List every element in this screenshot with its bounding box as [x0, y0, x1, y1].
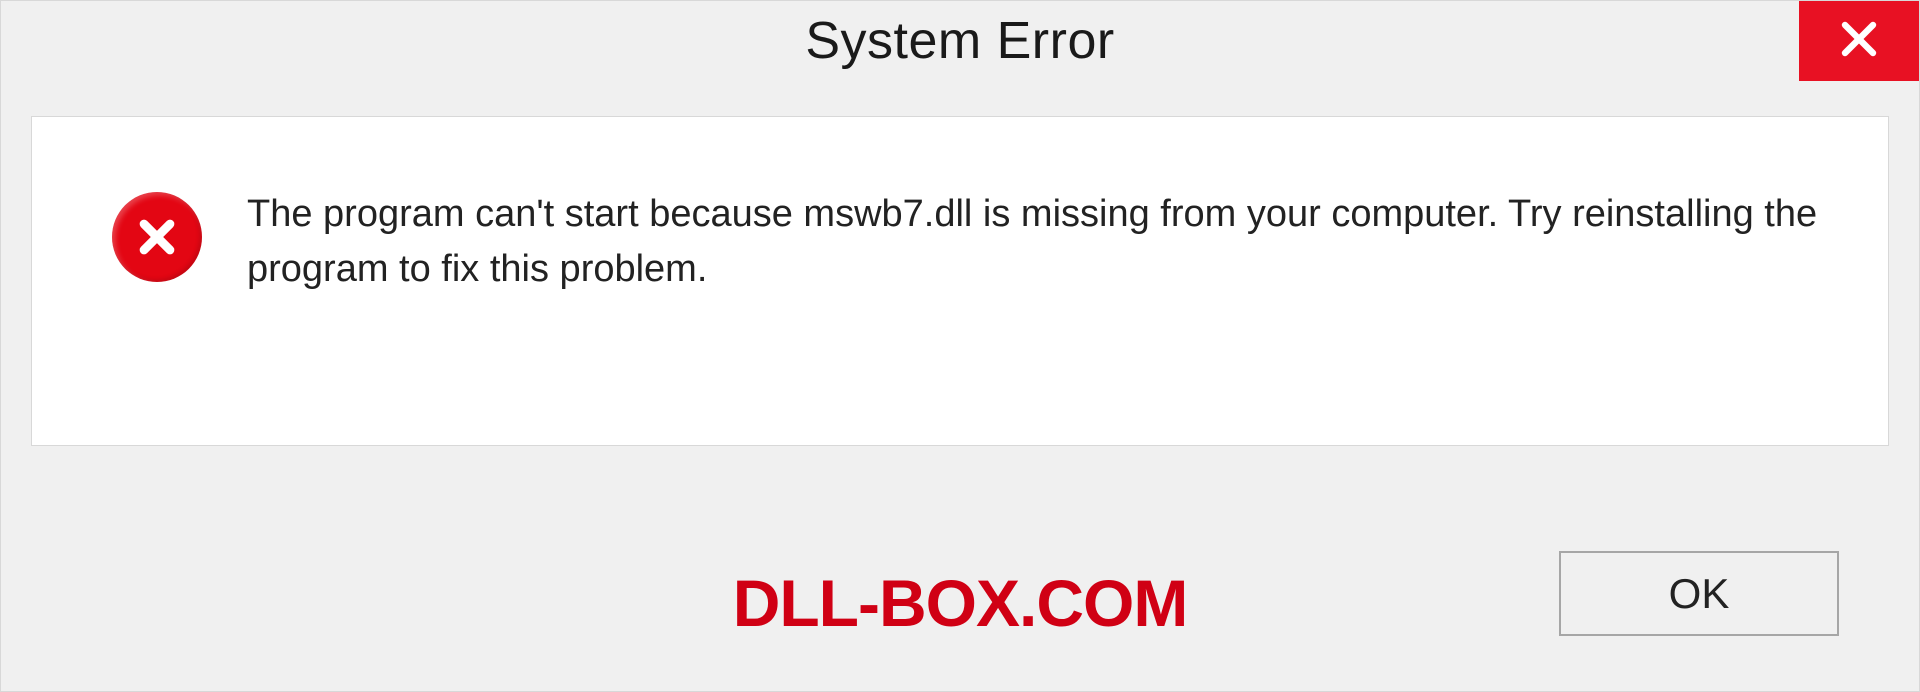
close-icon — [1835, 15, 1883, 68]
error-icon-container — [112, 192, 202, 282]
watermark-text: DLL-BOX.COM — [733, 565, 1188, 641]
title-bar: System Error — [1, 1, 1919, 116]
dialog-footer: DLL-BOX.COM OK — [1, 491, 1919, 691]
dialog-title: System Error — [805, 1, 1114, 71]
error-message: The program can't start because mswb7.dl… — [247, 187, 1828, 297]
message-panel: The program can't start because mswb7.dl… — [31, 116, 1889, 446]
system-error-dialog: System Error The program can't start bec… — [0, 0, 1920, 692]
ok-button[interactable]: OK — [1559, 551, 1839, 636]
close-button[interactable] — [1799, 1, 1919, 81]
error-icon — [112, 192, 202, 282]
